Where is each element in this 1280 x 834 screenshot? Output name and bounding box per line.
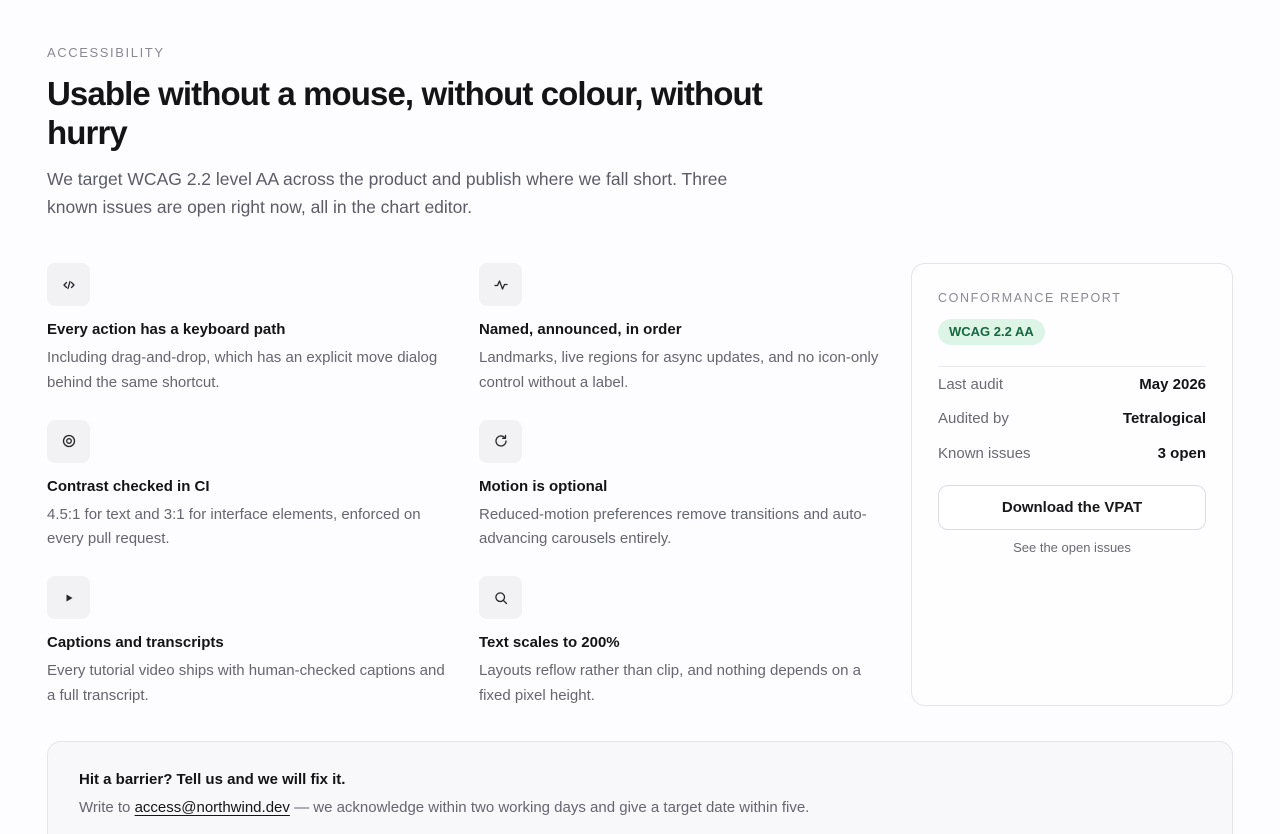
callout-suffix: — we acknowledge within two working days… — [294, 799, 810, 816]
feature-description: 4.5:1 for text and 3:1 for interface ele… — [47, 505, 421, 548]
pulse-icon — [493, 279, 508, 290]
feature-announced: Named, announced, in order Landmarks, li… — [479, 263, 889, 420]
feature-title: Contrast checked in CI — [47, 477, 210, 495]
feature-contrast: Contrast checked in CI 4.5:1 for text an… — [47, 419, 479, 577]
search-icon — [494, 591, 507, 604]
callout-title: Hit a barrier? Tell us and we will fix i… — [79, 771, 346, 788]
feature-icon-tile — [47, 419, 90, 463]
meta-value: Tetralogical — [1122, 410, 1206, 428]
feature-icon-tile — [47, 576, 90, 619]
feature-title: Captions and transcripts — [47, 634, 224, 651]
meta-row-known-issues: Known issues 3 open — [938, 436, 1206, 471]
feature-captions: Captions and transcripts Every tutorial … — [47, 576, 479, 733]
page-lede: We target WCAG 2.2 level AA across the p… — [47, 169, 728, 217]
page-title: Usable without a mouse, without colour, … — [47, 75, 763, 151]
meta-row-last-audit: Last audit May 2026 — [938, 367, 1206, 402]
feature-grid: Every action has a keyboard path Includi… — [47, 263, 889, 733]
feature-description: Layouts reflow rather than clip, and not… — [479, 662, 861, 704]
meta-value: 3 open — [1157, 444, 1206, 462]
contact-email-link[interactable]: access@northwind.dev — [135, 799, 290, 816]
open-issues-link[interactable]: See the open issues — [938, 540, 1206, 555]
feature-description: Every tutorial video ships with human-ch… — [47, 662, 445, 704]
feature-title: Motion is optional — [479, 477, 608, 495]
card-eyebrow: CONFORMANCE REPORT — [938, 291, 1122, 305]
accessibility-page: ACCESSIBILITY Usable without a mouse, wi… — [0, 0, 1280, 834]
target-icon — [62, 434, 75, 448]
barrier-callout: Hit a barrier? Tell us and we will fix i… — [47, 741, 1233, 834]
feature-description: Landmarks, live regions for async update… — [479, 349, 879, 391]
feature-icon-tile — [47, 263, 90, 306]
download-vpat-button[interactable]: Download the VPAT — [938, 484, 1206, 530]
feature-motion: Motion is optional Reduced-motion prefer… — [479, 419, 889, 577]
feature-icon-tile — [479, 576, 522, 619]
meta-label: Audited by — [938, 410, 1009, 428]
play-icon — [66, 594, 72, 601]
meta-row-audited-by: Audited by Tetralogical — [938, 402, 1206, 437]
feature-text-scale: Text scales to 200% Layouts reflow rathe… — [479, 576, 889, 733]
section-eyebrow: ACCESSIBILITY — [47, 45, 165, 60]
feature-title: Every action has a keyboard path — [47, 321, 286, 338]
feature-description: Including drag-and-drop, which has an ex… — [47, 349, 438, 391]
callout-body: Write to access@northwind.dev — we ackno… — [79, 796, 1201, 820]
meta-value: May 2026 — [1139, 375, 1206, 393]
code-icon — [62, 280, 75, 289]
feature-description: Reduced-motion preferences remove transi… — [479, 505, 867, 548]
status-badge: WCAG 2.2 AA — [938, 319, 1045, 345]
feature-title: Named, announced, in order — [479, 321, 682, 338]
feature-icon-tile — [479, 419, 522, 463]
meta-label: Last audit — [938, 375, 1004, 393]
feature-title: Text scales to 200% — [479, 634, 620, 651]
callout-prefix: Write to — [79, 799, 131, 816]
feature-keyboard: Every action has a keyboard path Includi… — [47, 263, 479, 420]
refresh-icon — [494, 434, 507, 447]
meta-label: Known issues — [938, 444, 1031, 462]
conformance-report-card: CONFORMANCE REPORT WCAG 2.2 AA Last audi… — [911, 263, 1233, 706]
feature-icon-tile — [479, 263, 522, 306]
